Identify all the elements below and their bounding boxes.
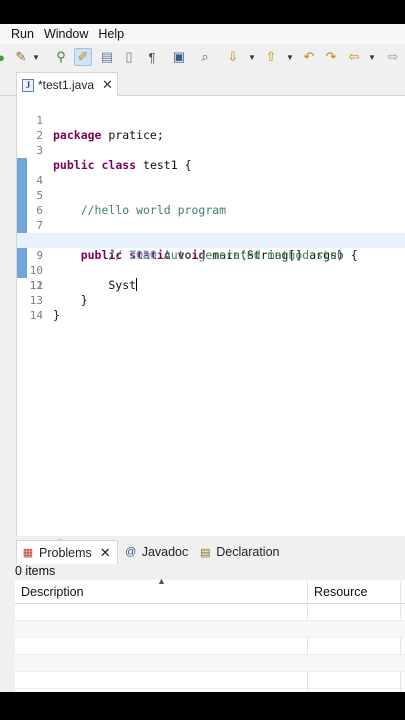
menu-window[interactable]: Window bbox=[39, 27, 93, 41]
chevron-down-icon[interactable]: ▼ bbox=[368, 48, 376, 66]
code-line: 5 //hello world program bbox=[17, 158, 405, 217]
highlight-icon[interactable]: ✐ bbox=[74, 48, 92, 66]
toggle-icon[interactable]: ▤ bbox=[98, 48, 116, 66]
table-row bbox=[15, 655, 405, 672]
code-line-current: 10 Syst bbox=[17, 233, 405, 292]
close-icon[interactable]: ✕ bbox=[100, 545, 111, 561]
problems-table[interactable]: ▲ Description Resource bbox=[15, 576, 405, 692]
at-icon: @ bbox=[125, 546, 137, 558]
left-arrow-icon[interactable]: ⇦ bbox=[345, 48, 363, 66]
chevron-down-icon[interactable]: ▼ bbox=[248, 48, 256, 66]
code-line: 14 bbox=[17, 293, 405, 322]
code-editor[interactable]: 1 package pratice; 2 3 public class test… bbox=[16, 96, 405, 548]
block-icon[interactable]: ▯ bbox=[120, 48, 138, 66]
problems-icon: ▦ bbox=[22, 547, 34, 559]
column-resource[interactable]: Resource bbox=[314, 585, 368, 599]
code-line: 2 bbox=[17, 113, 405, 142]
annotation-icon[interactable]: ⇩ bbox=[224, 48, 242, 66]
column-description[interactable]: Description bbox=[21, 585, 84, 599]
pilcrow-icon[interactable]: ¶ bbox=[143, 48, 161, 66]
line-number: 14 bbox=[29, 309, 43, 322]
problems-count: 0 items bbox=[15, 564, 56, 578]
code-line: 7 ⊖ public static void main(String[] arg… bbox=[17, 188, 405, 262]
editor-tab-test1[interactable]: J *test1.java ✕ bbox=[16, 72, 118, 97]
code-line: 11 } bbox=[17, 248, 405, 307]
back-icon[interactable]: ↶ bbox=[300, 48, 318, 66]
eclipse-window: Run Window Help ● ✎ ▼ ⚲ ✐ ▤ ▯ ¶ ▣ ⌕ ⇩ ▼ … bbox=[0, 24, 405, 692]
code-line: 8 // TODO Auto-generated method stub bbox=[17, 203, 405, 262]
menu-run[interactable]: Run bbox=[0, 27, 39, 41]
code-line: 6 bbox=[17, 173, 405, 217]
sort-up-icon: ▲ bbox=[157, 576, 166, 586]
build-icon[interactable]: ● bbox=[0, 48, 10, 66]
table-header: ▲ Description Resource bbox=[15, 576, 405, 604]
code-line: 4 bbox=[17, 143, 405, 187]
code-line: 12 bbox=[17, 263, 405, 292]
tab-declaration[interactable]: ▤ Declaration bbox=[198, 540, 285, 564]
code-line: 3 public class test1 { bbox=[17, 128, 405, 172]
menu-help[interactable]: Help bbox=[93, 27, 129, 41]
forward-icon[interactable]: ↷ bbox=[322, 48, 340, 66]
editor-tab-label: *test1.java bbox=[38, 78, 95, 92]
code-line: 1 package pratice; bbox=[17, 98, 405, 142]
console-icon[interactable]: ▣ bbox=[170, 48, 188, 66]
search-icon[interactable]: ⌕ bbox=[196, 48, 214, 66]
bottom-panel-tabs: ▦ Problems ✕ @ Javadoc ▤ Declaration bbox=[16, 540, 405, 564]
tab-javadoc-label: Javadoc bbox=[141, 545, 189, 559]
declaration-icon: ▤ bbox=[200, 546, 211, 559]
tab-problems-label: Problems bbox=[39, 545, 92, 560]
code-line: 13 } bbox=[17, 278, 405, 322]
table-row bbox=[15, 672, 405, 689]
next-annotation-icon[interactable]: ⇧ bbox=[262, 48, 280, 66]
table-row bbox=[15, 621, 405, 638]
toolbar: ● ✎ ▼ ⚲ ✐ ▤ ▯ ¶ ▣ ⌕ ⇩ ▼ ⇧ ▼ ↶ ↷ ⇦ ▼ ⇨ bbox=[0, 44, 405, 70]
code-line: 9 bbox=[17, 218, 405, 262]
tab-declaration-label: Declaration bbox=[216, 545, 280, 559]
wrench-icon[interactable]: ✎ bbox=[12, 48, 30, 66]
tab-javadoc[interactable]: @ Javadoc bbox=[124, 540, 195, 564]
menu-bar: Run Window Help bbox=[0, 24, 405, 44]
java-file-icon: J bbox=[22, 78, 34, 92]
tab-problems[interactable]: ▦ Problems ✕ bbox=[16, 540, 118, 564]
pin-icon[interactable]: ⚲ bbox=[52, 48, 70, 66]
chevron-down-icon[interactable]: ▼ bbox=[286, 48, 294, 66]
close-icon[interactable]: ✕ bbox=[102, 77, 113, 93]
editor-tab-strip: J *test1.java ✕ bbox=[0, 72, 405, 97]
right-arrow-icon[interactable]: ⇨ bbox=[384, 48, 402, 66]
chevron-down-icon[interactable]: ▼ bbox=[32, 48, 40, 66]
table-row bbox=[15, 604, 405, 621]
table-row bbox=[15, 638, 405, 655]
